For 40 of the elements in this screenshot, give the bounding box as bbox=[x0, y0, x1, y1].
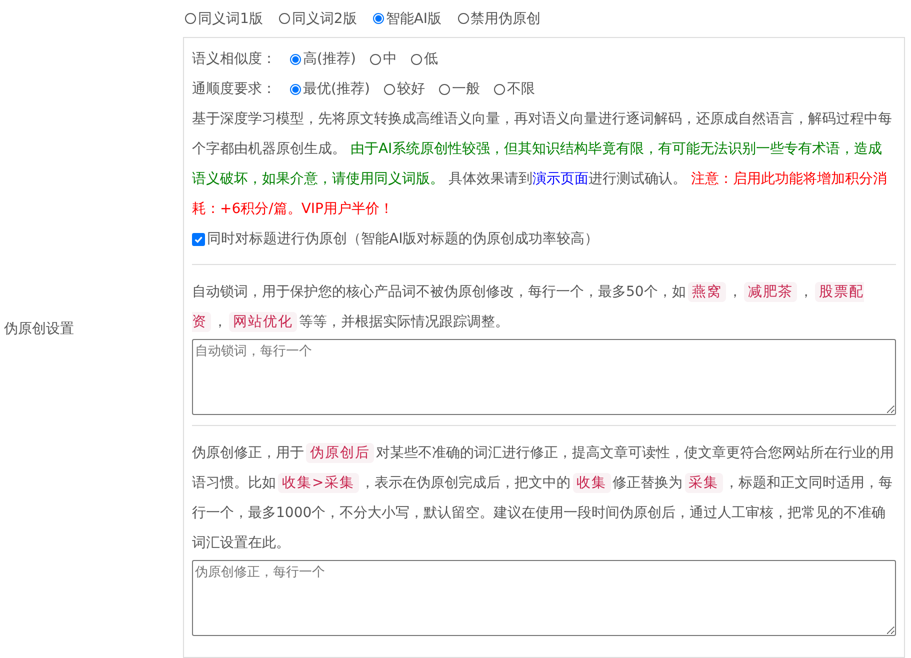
ai-description: 基于深度学习模型，先将原文转换成高维语义向量，再对语义向量进行逐词解码，还原成自然语言，解码过程中每个字都由机器原创生成。 由于AI系统原创性较强，但其知识结构毕竟有限，有可能无法识别一些专有术语，造成语义破坏，如果介意，请使用同义词版。 具体效果请到演示页面进行测试确认。 注意：启用此功能将增加积分消耗：+6积分/篇。VIP用户半价！ bbox=[192, 110, 893, 219]
radio-icon[interactable] bbox=[185, 13, 196, 24]
radio-icon[interactable] bbox=[438, 84, 450, 94]
radio-icon[interactable] bbox=[278, 13, 290, 24]
radio-option[interactable]: 同义词1版 bbox=[185, 10, 263, 28]
lock-words-description: 自动锁词，用于保护您的核心产品词不被伪原创修改，每行一个，最多50个，如 燕窝 ， 减肥茶 ， 股票配资 ， 网站优化 等等，并根据实际情况跟踪调整。 bbox=[192, 281, 865, 334]
lock-words-field[interactable]: 自动锁词，每行一个 bbox=[192, 339, 896, 415]
radio-option[interactable]: 一般 bbox=[438, 80, 480, 98]
radio-option[interactable]: 智能AI版 bbox=[372, 10, 442, 28]
title-checkbox-option[interactable]: 同时对标题进行伪原创（智能AI版对标题的伪原创成功率较高） bbox=[192, 230, 599, 248]
radio-option[interactable]: 同义词2版 bbox=[278, 10, 357, 28]
radio-icon[interactable] bbox=[290, 54, 301, 64]
checkbox-icon[interactable] bbox=[192, 232, 205, 246]
radio-option[interactable]: 较好 bbox=[384, 80, 425, 98]
radio-icon[interactable] bbox=[372, 13, 384, 24]
keyword-tag: 收集>采集 bbox=[278, 473, 359, 493]
keyword-tag: 减肥茶 bbox=[744, 282, 797, 302]
radio-option[interactable]: 不限 bbox=[494, 80, 535, 98]
radio-icon[interactable] bbox=[384, 84, 395, 94]
radio-icon[interactable] bbox=[290, 84, 301, 94]
keyword-tag: 采集 bbox=[684, 473, 723, 493]
keyword-tag: 网站优化 bbox=[229, 312, 297, 332]
setting-label: 通顺度要求： bbox=[192, 80, 276, 98]
radio-icon[interactable] bbox=[370, 54, 381, 64]
radio-icon[interactable] bbox=[494, 84, 505, 94]
radio-option[interactable]: 低 bbox=[410, 50, 438, 68]
radio-option[interactable]: 高(推荐) bbox=[290, 50, 356, 68]
correction-field[interactable]: 伪原创修正，每行一个 bbox=[192, 560, 896, 636]
correction-description: 伪原创修正，用于 伪原创后 对某些不准确的词汇进行修正，提高文章可读性，使文章更符合您网站所在行业的用语习惯。比如 收集>采集 ，表示在伪原创完成后，把文中的 收集 修正替换为 采集 ，标题和正文同时适用，每行一个，最多1000个，不分大小写，默认留空。建议在使用一段时间伪原创后，通过人工审核，把常见的不准确词汇设置在此。 bbox=[192, 442, 895, 553]
keyword-tag: 收集 bbox=[572, 473, 611, 493]
radio-option[interactable]: 最优(推荐) bbox=[290, 80, 370, 98]
radio-option[interactable]: 中 bbox=[370, 50, 397, 68]
radio-option[interactable]: 禁用伪原创 bbox=[458, 10, 541, 28]
keyword-tag: 伪原创后 bbox=[306, 443, 374, 463]
radio-icon[interactable] bbox=[458, 13, 469, 24]
demo-link[interactable]: 演示页面 bbox=[532, 171, 588, 187]
keyword-tag: 燕窝 bbox=[688, 282, 726, 302]
section-label: 伪原创设置 bbox=[4, 320, 74, 338]
radio-icon[interactable] bbox=[410, 54, 422, 64]
setting-label: 语义相似度： bbox=[192, 50, 276, 68]
